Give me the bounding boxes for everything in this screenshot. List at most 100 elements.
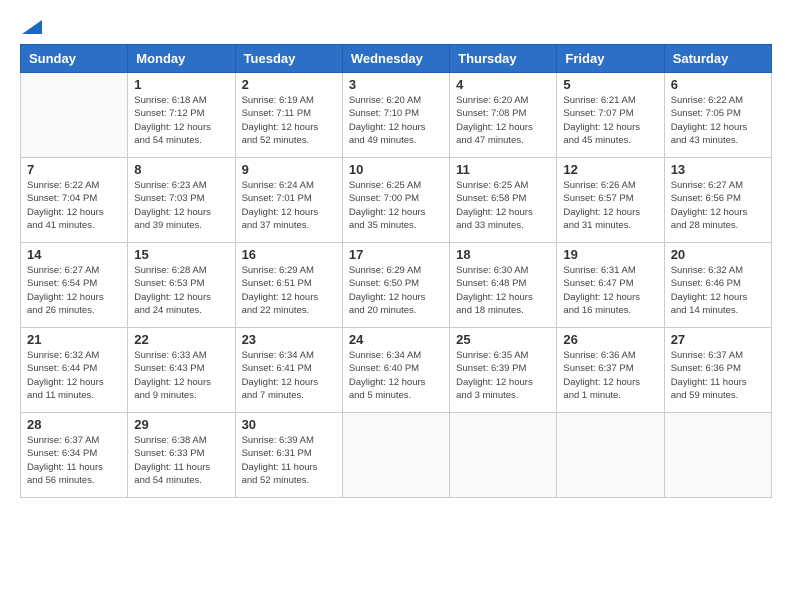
- day-info: Sunrise: 6:31 AM Sunset: 6:47 PM Dayligh…: [563, 264, 657, 317]
- calendar-week-5: 28 Sunrise: 6:37 AM Sunset: 6:34 PM Dayli…: [21, 413, 772, 498]
- calendar-cell: [21, 73, 128, 158]
- calendar-week-3: 14 Sunrise: 6:27 AM Sunset: 6:54 PM Dayli…: [21, 243, 772, 328]
- calendar-cell: 6 Sunrise: 6:22 AM Sunset: 7:05 PM Daylig…: [664, 73, 771, 158]
- page-header: [20, 20, 772, 34]
- day-number: 3: [349, 77, 443, 92]
- day-number: 2: [242, 77, 336, 92]
- calendar-cell: 19Sunrise: 6:31 AM Sunset: 6:47 PM Dayli…: [557, 243, 664, 328]
- day-number: 28: [27, 417, 121, 432]
- day-number: 15: [134, 247, 228, 262]
- day-number: 5: [563, 77, 657, 92]
- calendar-cell: 21 Sunrise: 6:32 AM Sunset: 6:44 PM Dayli…: [21, 328, 128, 413]
- day-number: 21: [27, 332, 121, 347]
- calendar-cell: 26 Sunrise: 6:36 AM Sunset: 6:37 PM Dayli…: [557, 328, 664, 413]
- day-info: Sunrise: 6:33 AM Sunset: 6:43 PM Dayligh…: [134, 349, 228, 402]
- day-number: 6: [671, 77, 765, 92]
- calendar-cell: 22Sunrise: 6:33 AM Sunset: 6:43 PM Dayli…: [128, 328, 235, 413]
- day-number: 29: [134, 417, 228, 432]
- calendar-table: SundayMondayTuesdayWednesdayThursdayFrid…: [20, 44, 772, 498]
- calendar-cell: 12 Sunrise: 6:26 AM Sunset: 6:57 PM Dayli…: [557, 158, 664, 243]
- calendar-cell: 11 Sunrise: 6:25 AM Sunset: 6:58 PM Dayli…: [450, 158, 557, 243]
- day-info: Sunrise: 6:36 AM Sunset: 6:37 PM Dayligh…: [563, 349, 657, 402]
- calendar-cell: [557, 413, 664, 498]
- day-number: 1: [134, 77, 228, 92]
- calendar-cell: 15 Sunrise: 6:28 AM Sunset: 6:53 PM Dayli…: [128, 243, 235, 328]
- calendar-cell: 30 Sunrise: 6:39 AM Sunset: 6:31 PM Dayli…: [235, 413, 342, 498]
- day-info: Sunrise: 6:18 AM Sunset: 7:12 PM Dayligh…: [134, 94, 228, 147]
- day-number: 7: [27, 162, 121, 177]
- day-number: 17: [349, 247, 443, 262]
- calendar-week-4: 21 Sunrise: 6:32 AM Sunset: 6:44 PM Dayli…: [21, 328, 772, 413]
- calendar-cell: 23Sunrise: 6:34 AM Sunset: 6:41 PM Dayli…: [235, 328, 342, 413]
- day-info: Sunrise: 6:22 AM Sunset: 7:04 PM Dayligh…: [27, 179, 121, 232]
- calendar-cell: 27 Sunrise: 6:37 AM Sunset: 6:36 PM Dayli…: [664, 328, 771, 413]
- day-number: 13: [671, 162, 765, 177]
- day-info: Sunrise: 6:32 AM Sunset: 6:46 PM Dayligh…: [671, 264, 765, 317]
- calendar-cell: 5 Sunrise: 6:21 AM Sunset: 7:07 PM Daylig…: [557, 73, 664, 158]
- day-number: 12: [563, 162, 657, 177]
- calendar-cell: 24Sunrise: 6:34 AM Sunset: 6:40 PM Dayli…: [342, 328, 449, 413]
- day-info: Sunrise: 6:29 AM Sunset: 6:50 PM Dayligh…: [349, 264, 443, 317]
- header-saturday: Saturday: [664, 45, 771, 73]
- calendar-cell: 2 Sunrise: 6:19 AM Sunset: 7:11 PM Daylig…: [235, 73, 342, 158]
- day-number: 27: [671, 332, 765, 347]
- calendar-cell: 29 Sunrise: 6:38 AM Sunset: 6:33 PM Dayli…: [128, 413, 235, 498]
- day-info: Sunrise: 6:32 AM Sunset: 6:44 PM Dayligh…: [27, 349, 121, 402]
- header-sunday: Sunday: [21, 45, 128, 73]
- day-info: Sunrise: 6:37 AM Sunset: 6:36 PM Dayligh…: [671, 349, 765, 402]
- calendar-cell: 8 Sunrise: 6:23 AM Sunset: 7:03 PM Daylig…: [128, 158, 235, 243]
- day-number: 26: [563, 332, 657, 347]
- day-number: 4: [456, 77, 550, 92]
- day-info: Sunrise: 6:19 AM Sunset: 7:11 PM Dayligh…: [242, 94, 336, 147]
- header-monday: Monday: [128, 45, 235, 73]
- day-info: Sunrise: 6:25 AM Sunset: 6:58 PM Dayligh…: [456, 179, 550, 232]
- day-number: 14: [27, 247, 121, 262]
- day-info: Sunrise: 6:34 AM Sunset: 6:40 PM Dayligh…: [349, 349, 443, 402]
- logo: [20, 20, 42, 34]
- calendar-cell: 10Sunrise: 6:25 AM Sunset: 7:00 PM Dayli…: [342, 158, 449, 243]
- calendar-cell: 13 Sunrise: 6:27 AM Sunset: 6:56 PM Dayli…: [664, 158, 771, 243]
- calendar-cell: [664, 413, 771, 498]
- day-info: Sunrise: 6:26 AM Sunset: 6:57 PM Dayligh…: [563, 179, 657, 232]
- day-number: 30: [242, 417, 336, 432]
- day-info: Sunrise: 6:23 AM Sunset: 7:03 PM Dayligh…: [134, 179, 228, 232]
- calendar-cell: 3Sunrise: 6:20 AM Sunset: 7:10 PM Daylig…: [342, 73, 449, 158]
- day-info: Sunrise: 6:29 AM Sunset: 6:51 PM Dayligh…: [242, 264, 336, 317]
- day-number: 25: [456, 332, 550, 347]
- day-info: Sunrise: 6:20 AM Sunset: 7:08 PM Dayligh…: [456, 94, 550, 147]
- calendar-cell: 16 Sunrise: 6:29 AM Sunset: 6:51 PM Dayli…: [235, 243, 342, 328]
- header-thursday: Thursday: [450, 45, 557, 73]
- header-tuesday: Tuesday: [235, 45, 342, 73]
- calendar-cell: [450, 413, 557, 498]
- day-info: Sunrise: 6:27 AM Sunset: 6:54 PM Dayligh…: [27, 264, 121, 317]
- calendar-cell: 17 Sunrise: 6:29 AM Sunset: 6:50 PM Dayli…: [342, 243, 449, 328]
- calendar-cell: 9Sunrise: 6:24 AM Sunset: 7:01 PM Daylig…: [235, 158, 342, 243]
- day-info: Sunrise: 6:21 AM Sunset: 7:07 PM Dayligh…: [563, 94, 657, 147]
- day-info: Sunrise: 6:28 AM Sunset: 6:53 PM Dayligh…: [134, 264, 228, 317]
- calendar-header-row: SundayMondayTuesdayWednesdayThursdayFrid…: [21, 45, 772, 73]
- day-number: 18: [456, 247, 550, 262]
- calendar-cell: 4 Sunrise: 6:20 AM Sunset: 7:08 PM Daylig…: [450, 73, 557, 158]
- calendar-cell: [342, 413, 449, 498]
- day-info: Sunrise: 6:38 AM Sunset: 6:33 PM Dayligh…: [134, 434, 228, 487]
- calendar-cell: 18 Sunrise: 6:30 AM Sunset: 6:48 PM Dayli…: [450, 243, 557, 328]
- calendar-cell: 14 Sunrise: 6:27 AM Sunset: 6:54 PM Dayli…: [21, 243, 128, 328]
- calendar-week-2: 7 Sunrise: 6:22 AM Sunset: 7:04 PM Daylig…: [21, 158, 772, 243]
- header-friday: Friday: [557, 45, 664, 73]
- calendar-cell: 20Sunrise: 6:32 AM Sunset: 6:46 PM Dayli…: [664, 243, 771, 328]
- day-info: Sunrise: 6:27 AM Sunset: 6:56 PM Dayligh…: [671, 179, 765, 232]
- day-info: Sunrise: 6:34 AM Sunset: 6:41 PM Dayligh…: [242, 349, 336, 402]
- calendar-cell: 1 Sunrise: 6:18 AM Sunset: 7:12 PM Daylig…: [128, 73, 235, 158]
- calendar-cell: 25 Sunrise: 6:35 AM Sunset: 6:39 PM Dayli…: [450, 328, 557, 413]
- day-info: Sunrise: 6:22 AM Sunset: 7:05 PM Dayligh…: [671, 94, 765, 147]
- header-wednesday: Wednesday: [342, 45, 449, 73]
- calendar-week-1: 1 Sunrise: 6:18 AM Sunset: 7:12 PM Daylig…: [21, 73, 772, 158]
- day-info: Sunrise: 6:35 AM Sunset: 6:39 PM Dayligh…: [456, 349, 550, 402]
- day-info: Sunrise: 6:39 AM Sunset: 6:31 PM Dayligh…: [242, 434, 336, 487]
- day-number: 11: [456, 162, 550, 177]
- day-number: 16: [242, 247, 336, 262]
- day-number: 8: [134, 162, 228, 177]
- day-info: Sunrise: 6:37 AM Sunset: 6:34 PM Dayligh…: [27, 434, 121, 487]
- day-info: Sunrise: 6:30 AM Sunset: 6:48 PM Dayligh…: [456, 264, 550, 317]
- day-info: Sunrise: 6:24 AM Sunset: 7:01 PM Dayligh…: [242, 179, 336, 232]
